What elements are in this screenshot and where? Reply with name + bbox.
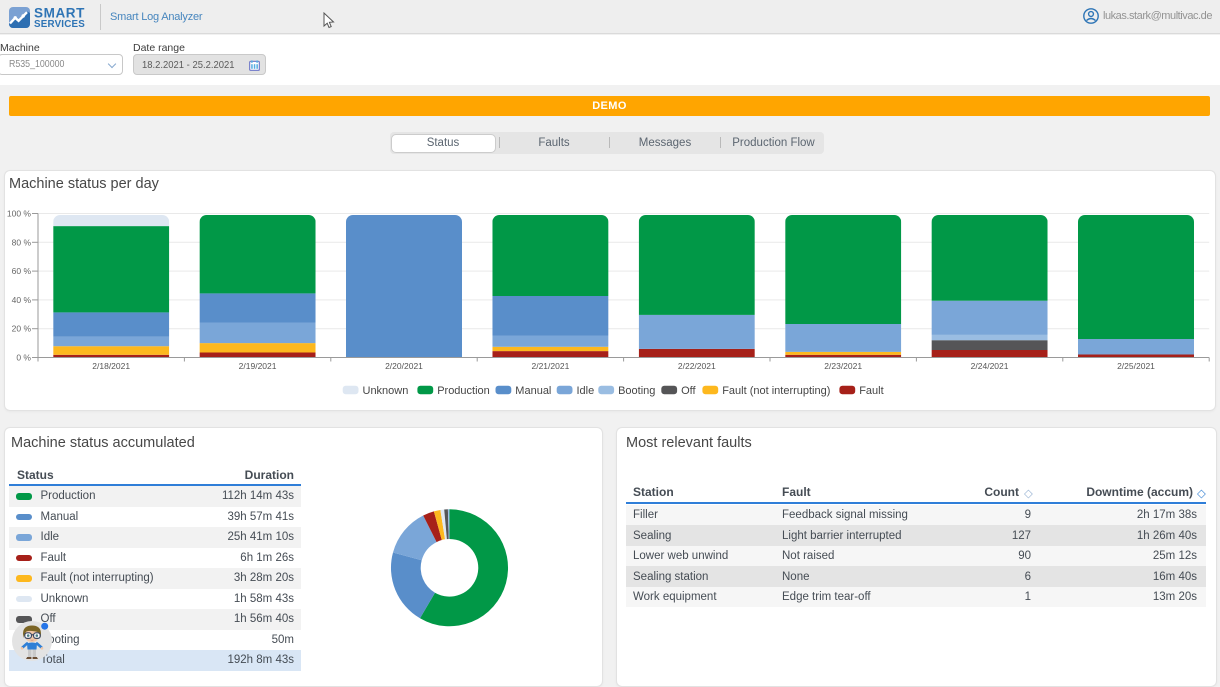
svg-text:20 %: 20 %	[12, 324, 32, 334]
svg-text:Fault (not interrupting): Fault (not interrupting)	[722, 385, 830, 397]
svg-text:Unknown: Unknown	[363, 385, 409, 397]
svg-text:SERVICES: SERVICES	[34, 19, 85, 29]
svg-text:Off: Off	[681, 385, 696, 397]
svg-text:2/22/2021: 2/22/2021	[678, 361, 716, 371]
svg-text:Manual: Manual	[515, 385, 551, 397]
svg-text:60 %: 60 %	[12, 266, 32, 276]
svg-text:2/24/2021: 2/24/2021	[971, 361, 1009, 371]
svg-text:Booting: Booting	[618, 385, 655, 397]
svg-text:2/21/2021: 2/21/2021	[531, 361, 569, 371]
svg-text:2/18/2021: 2/18/2021	[92, 361, 130, 371]
svg-text:2/25/2021: 2/25/2021	[1117, 361, 1155, 371]
svg-text:2/20/2021: 2/20/2021	[385, 361, 423, 371]
svg-text:2/23/2021: 2/23/2021	[824, 361, 862, 371]
svg-text:Idle: Idle	[577, 385, 595, 397]
svg-text:40 %: 40 %	[12, 295, 32, 305]
svg-text:80 %: 80 %	[12, 237, 32, 247]
svg-text:2/19/2021: 2/19/2021	[239, 361, 277, 371]
svg-text:0 %: 0 %	[16, 353, 31, 363]
svg-text:100 %: 100 %	[7, 209, 32, 219]
svg-text:Production: Production	[437, 385, 490, 397]
svg-text:Fault: Fault	[859, 385, 883, 397]
